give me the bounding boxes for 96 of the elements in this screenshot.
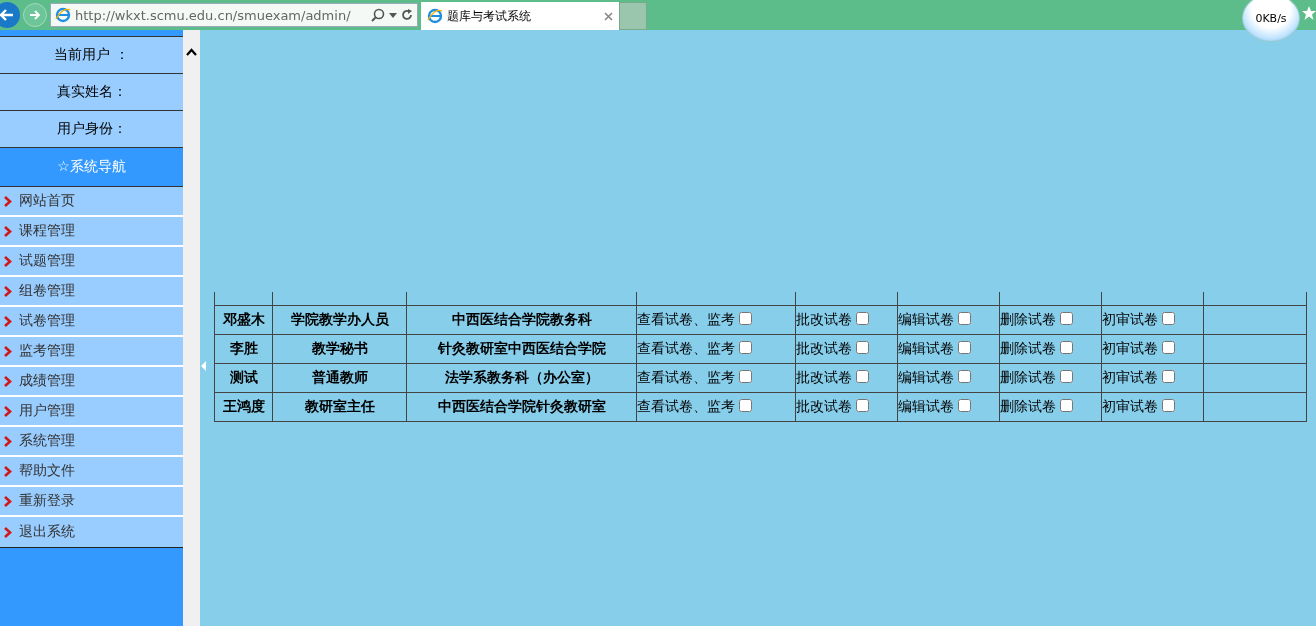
department-name: 针灸教研室中西医结合学院 xyxy=(406,334,637,364)
browser-tab[interactable]: 题库与考试系统 xyxy=(421,2,619,30)
permission-label: 编辑试卷 xyxy=(898,369,954,385)
nav-item[interactable]: 用户管理 xyxy=(0,397,183,427)
permission-label: 批改试卷 xyxy=(796,398,852,414)
permission-label: 编辑试卷 xyxy=(898,340,954,356)
chevron-right-icon xyxy=(4,465,12,477)
permission-checkbox[interactable] xyxy=(958,312,971,325)
nav-item[interactable]: 课程管理 xyxy=(0,217,183,247)
permission-label: 编辑试卷 xyxy=(898,311,954,327)
permission-checkbox[interactable] xyxy=(856,399,869,412)
user-role: 普通教师 xyxy=(272,363,407,393)
permission-label: 查看试卷、监考 xyxy=(637,398,735,414)
user-name: 李胜 xyxy=(214,334,273,364)
chevron-right-icon xyxy=(4,495,12,507)
permission-label: 初审试卷 xyxy=(1102,369,1158,385)
department-name: 中西医结合学院教务科 xyxy=(406,305,637,335)
permission-label: 初审试卷 xyxy=(1102,398,1158,414)
permission-checkbox[interactable] xyxy=(958,399,971,412)
permission-label: 初审试卷 xyxy=(1102,340,1158,356)
chevron-right-icon xyxy=(4,255,12,267)
permission-checkbox[interactable] xyxy=(739,370,752,383)
user-name: 王鸿度 xyxy=(214,392,273,422)
permission-label: 查看试卷、监考 xyxy=(637,369,735,385)
nav-item[interactable]: 重新登录 xyxy=(0,487,183,517)
nav-item[interactable]: 组卷管理 xyxy=(0,277,183,307)
permission-checkbox[interactable] xyxy=(739,399,752,412)
permission-label: 删除试卷 xyxy=(1000,311,1056,327)
permission-label: 批改试卷 xyxy=(796,340,852,356)
user-info-label: 真实姓名： xyxy=(0,73,183,111)
permission-label: 删除试卷 xyxy=(1000,340,1056,356)
search-icon[interactable] xyxy=(371,8,385,22)
permission-label: 批改试卷 xyxy=(796,369,852,385)
permission-checkbox[interactable] xyxy=(856,312,869,325)
permission-label: 初审试卷 xyxy=(1102,311,1158,327)
forward-button[interactable] xyxy=(23,3,47,27)
permission-checkbox[interactable] xyxy=(856,341,869,354)
nav-item[interactable]: 帮助文件 xyxy=(0,457,183,487)
permission-checkbox[interactable] xyxy=(1060,370,1073,383)
permission-checkbox[interactable] xyxy=(1162,341,1175,354)
permission-checkbox[interactable] xyxy=(739,312,752,325)
permission-checkbox[interactable] xyxy=(1060,341,1073,354)
permission-checkbox[interactable] xyxy=(1060,399,1073,412)
dropdown-caret-icon[interactable] xyxy=(389,12,397,18)
user-role: 学院教学办人员 xyxy=(272,305,407,335)
permission-label: 批改试卷 xyxy=(796,311,852,327)
chevron-right-icon xyxy=(4,526,12,538)
nav-item[interactable]: 试卷管理 xyxy=(0,307,183,337)
permission-checkbox[interactable] xyxy=(739,341,752,354)
user-name: 测试 xyxy=(214,363,273,393)
permission-checkbox[interactable] xyxy=(958,341,971,354)
chevron-right-icon xyxy=(4,375,12,387)
permission-label: 查看试卷、监考 xyxy=(637,311,735,327)
permission-checkbox[interactable] xyxy=(856,370,869,383)
nav-item[interactable]: 退出系统 xyxy=(0,517,183,547)
permission-label: 查看试卷、监考 xyxy=(637,340,735,356)
arrow-left-icon xyxy=(0,9,14,21)
close-icon[interactable] xyxy=(604,11,613,21)
arrow-right-icon xyxy=(29,10,41,20)
user-info-label: 用户身份： xyxy=(0,110,183,148)
department-name: 法学系教务科（办公室） xyxy=(406,363,637,393)
caret-up-icon[interactable] xyxy=(186,48,197,56)
user-name: 邓盛木 xyxy=(214,305,273,335)
globe-e-icon xyxy=(427,8,443,24)
department-name: 中西医结合学院针灸教研室 xyxy=(406,392,637,422)
star-icon[interactable] xyxy=(1302,6,1316,20)
nav-item[interactable]: 系统管理 xyxy=(0,427,183,457)
nav-item[interactable]: 网站首页 xyxy=(0,187,183,217)
chevron-right-icon xyxy=(4,435,12,447)
globe-e-icon xyxy=(55,7,71,23)
user-role: 教研室主任 xyxy=(272,392,407,422)
permission-checkbox[interactable] xyxy=(1162,399,1175,412)
permission-label: 删除试卷 xyxy=(1000,398,1056,414)
chevron-right-icon xyxy=(4,405,12,417)
user-info-label: 当前用户 ： xyxy=(0,36,183,74)
permission-checkbox[interactable] xyxy=(1162,370,1175,383)
permission-label: 编辑试卷 xyxy=(898,398,954,414)
user-role: 教学秘书 xyxy=(272,334,407,364)
chevron-right-icon xyxy=(4,195,12,207)
chevron-right-icon xyxy=(4,345,12,357)
url-text: http://wkxt.scmu.edu.cn/smuexam/admin/ xyxy=(75,7,352,23)
permission-checkbox[interactable] xyxy=(958,370,971,383)
permission-checkbox[interactable] xyxy=(1162,312,1175,325)
nav-item[interactable]: 成绩管理 xyxy=(0,367,183,397)
chevron-right-icon xyxy=(4,315,12,327)
chevron-right-icon xyxy=(4,285,12,297)
permission-label: 删除试卷 xyxy=(1000,369,1056,385)
net-speed-widget: 0KB/s xyxy=(1242,0,1300,42)
nav-item[interactable]: 监考管理 xyxy=(0,337,183,367)
permission-checkbox[interactable] xyxy=(1060,312,1073,325)
nav-item[interactable]: 试题管理 xyxy=(0,247,183,277)
back-button[interactable] xyxy=(0,2,20,28)
refresh-icon[interactable] xyxy=(401,9,413,21)
chevron-right-icon xyxy=(4,225,12,237)
tab-title: 题库与考试系统 xyxy=(447,7,532,25)
address-field[interactable]: http://wkxt.scmu.edu.cn/smuexam/admin/ xyxy=(50,3,418,27)
